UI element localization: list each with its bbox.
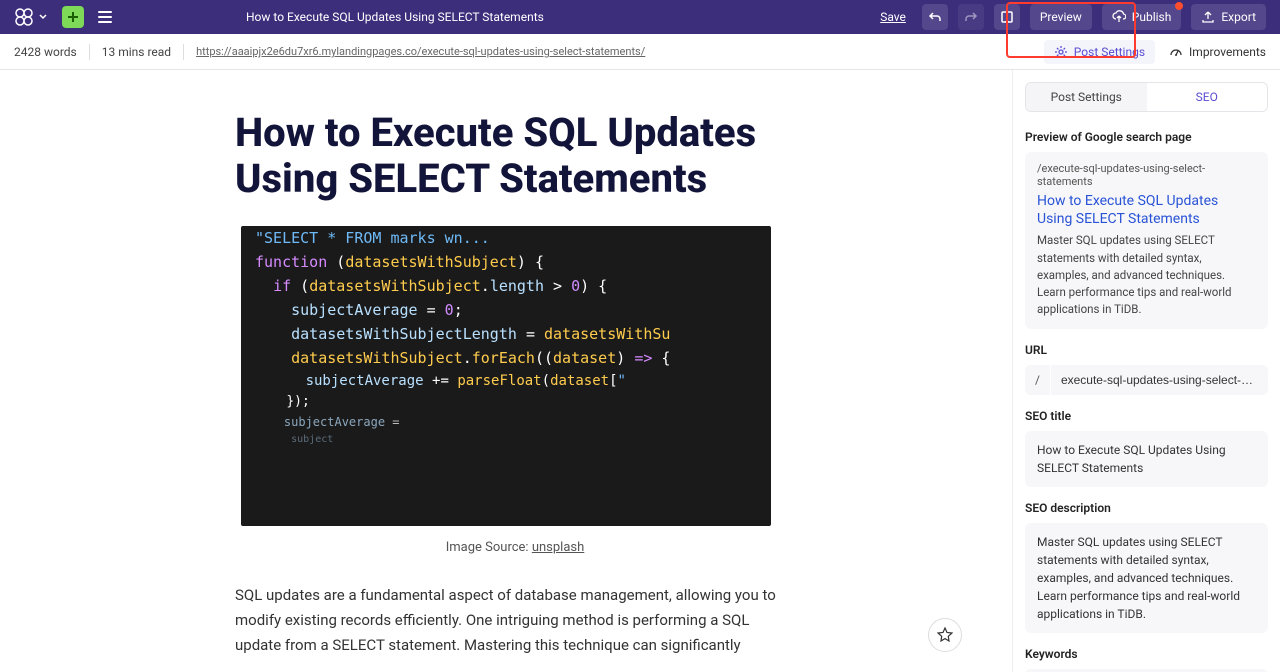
preview-button[interactable]: Preview xyxy=(1030,4,1092,30)
outline-button[interactable] xyxy=(94,6,116,28)
publish-button[interactable]: Publish xyxy=(1102,4,1182,30)
favorite-button[interactable] xyxy=(928,618,962,652)
read-time: 13 mins read xyxy=(102,45,171,59)
word-count: 2428 words xyxy=(14,45,77,59)
seo-title-label: SEO title xyxy=(1025,409,1268,423)
preview-title: How to Execute SQL Updates Using SELECT … xyxy=(1037,192,1256,228)
article-body[interactable]: SQL updates are a fundamental aspect of … xyxy=(235,583,795,657)
caption-source-link[interactable]: unsplash xyxy=(532,540,584,555)
url-field: / xyxy=(1025,365,1268,395)
app-menu-chevron-icon[interactable] xyxy=(38,12,48,22)
article-heading[interactable]: How to Execute SQL Updates Using SELECT … xyxy=(235,110,795,202)
post-settings-button[interactable]: Post Settings xyxy=(1044,40,1155,64)
google-preview-card: /execute-sql-updates-using-select-statem… xyxy=(1025,152,1268,329)
seo-desc-field[interactable]: Master SQL updates using SELECT statemen… xyxy=(1025,523,1268,633)
star-icon xyxy=(937,627,953,643)
keywords-field[interactable]: sql update from a select xyxy=(1025,669,1268,672)
document-title: How to Execute SQL Updates Using SELECT … xyxy=(116,10,880,24)
preview-slug: /execute-sql-updates-using-select-statem… xyxy=(1037,162,1256,188)
undo-button[interactable] xyxy=(922,4,948,30)
tab-seo[interactable]: SEO xyxy=(1147,83,1268,111)
article-image[interactable]: "SELECT * FROM marks wn... function (dat… xyxy=(241,226,771,526)
post-settings-label: Post Settings xyxy=(1074,45,1145,59)
publish-label: Publish xyxy=(1132,10,1172,24)
editor-area[interactable]: How to Execute SQL Updates Using SELECT … xyxy=(0,70,1012,672)
url-input[interactable] xyxy=(1051,365,1268,395)
export-button[interactable]: Export xyxy=(1191,4,1266,30)
seo-desc-label: SEO description xyxy=(1025,501,1268,515)
keywords-label: Keywords xyxy=(1025,647,1268,661)
url-label: URL xyxy=(1025,343,1268,357)
caption-prefix: Image Source: xyxy=(446,540,532,555)
add-button[interactable] xyxy=(62,6,84,28)
divider xyxy=(89,44,90,60)
improvements-label: Improvements xyxy=(1189,45,1266,59)
tab-post-settings[interactable]: Post Settings xyxy=(1026,83,1147,111)
sidebar-tabs: Post Settings SEO xyxy=(1025,82,1268,112)
seo-title-field[interactable]: How to Execute SQL Updates Using SELECT … xyxy=(1025,431,1268,487)
preview-label: Preview xyxy=(1040,10,1082,24)
image-caption: Image Source: unsplash xyxy=(235,540,795,555)
divider xyxy=(183,44,184,60)
page-url-link[interactable]: https://aaaipjx2e6du7xr6.mylandingpages.… xyxy=(196,45,645,58)
seo-sidebar: Post Settings SEO Preview of Google sear… xyxy=(1012,70,1280,672)
gear-icon xyxy=(1054,45,1068,59)
preview-label: Preview of Google search page xyxy=(1025,130,1268,144)
improvements-button[interactable]: Improvements xyxy=(1169,45,1266,59)
app-logo-icon[interactable] xyxy=(14,7,34,27)
save-link[interactable]: Save xyxy=(880,10,906,24)
preview-desc: Master SQL updates using SELECT statemen… xyxy=(1037,232,1256,318)
topbar: How to Execute SQL Updates Using SELECT … xyxy=(0,0,1280,34)
notification-dot-icon xyxy=(1175,2,1183,10)
device-preview-button[interactable] xyxy=(994,4,1020,30)
gauge-icon xyxy=(1169,45,1183,59)
export-label: Export xyxy=(1221,10,1256,24)
export-icon xyxy=(1201,10,1215,24)
redo-button[interactable] xyxy=(958,4,984,30)
url-prefix: / xyxy=(1025,365,1051,395)
subbar: 2428 words 13 mins read https://aaaipjx2… xyxy=(0,34,1280,70)
cloud-upload-icon xyxy=(1112,10,1126,24)
